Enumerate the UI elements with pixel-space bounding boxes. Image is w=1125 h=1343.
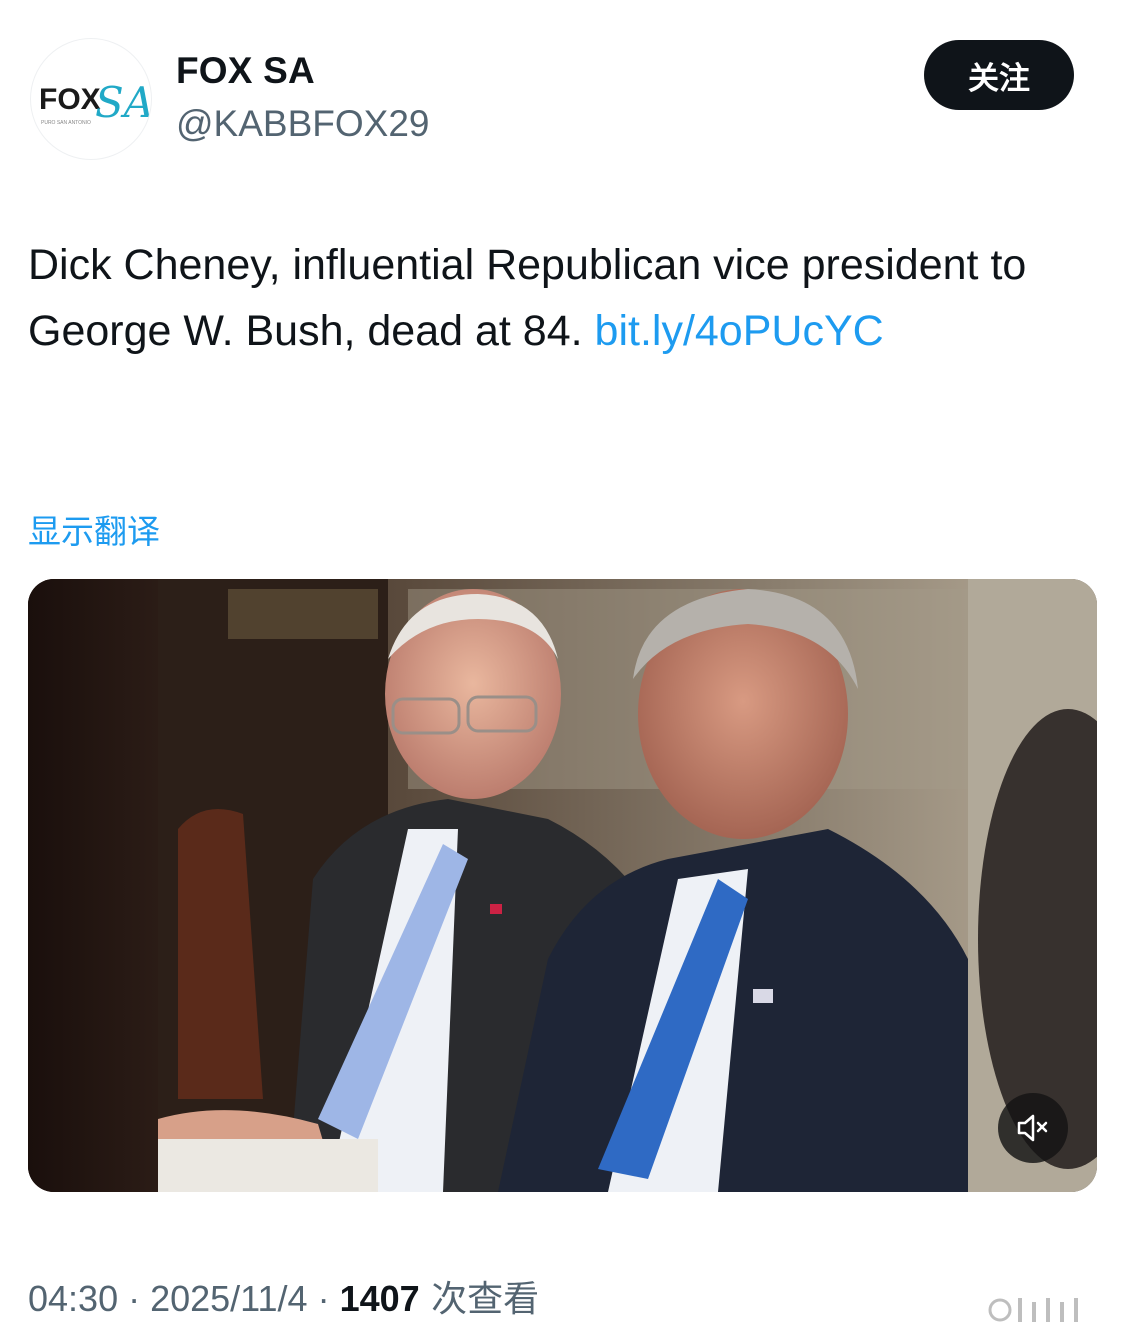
fox-sa-logo: FOX SA PURO SAN ANTONIO — [39, 78, 151, 127]
author-avatar[interactable]: FOX SA PURO SAN ANTONIO — [30, 38, 152, 160]
watermark-logo — [988, 1298, 1078, 1322]
meta-separator: · — [307, 1278, 340, 1319]
tweet-text: Dick Cheney, influential Republican vice… — [28, 232, 1088, 364]
follow-button[interactable]: 关注 — [924, 40, 1074, 110]
tweet-date[interactable]: 2025/11/4 — [150, 1278, 307, 1319]
author-handle[interactable]: @KABBFOX29 — [176, 103, 430, 145]
show-translation-link[interactable]: 显示翻译 — [28, 505, 160, 553]
author-display-name[interactable]: FOX SA — [176, 50, 315, 92]
meta-separator: · — [118, 1278, 151, 1319]
video-frame — [28, 579, 1097, 1192]
tweet-meta: 04:30 · 2025/11/4 · 1407 次查看 — [28, 1270, 539, 1322]
view-count-label: 次查看 — [419, 1279, 540, 1320]
tweet-link[interactable]: bit.ly/4oPUcYC — [595, 307, 884, 355]
logo-script: SA — [95, 78, 151, 127]
speaker-muted-icon — [1017, 1114, 1048, 1142]
tweet-video[interactable] — [28, 579, 1097, 1192]
view-count: 1407 — [339, 1278, 420, 1319]
tweet-time[interactable]: 04:30 — [28, 1278, 118, 1319]
logo-tagline: PURO SAN ANTONIO — [41, 120, 91, 126]
logo-word: FOX — [39, 83, 101, 116]
mute-toggle-button[interactable] — [998, 1093, 1068, 1163]
